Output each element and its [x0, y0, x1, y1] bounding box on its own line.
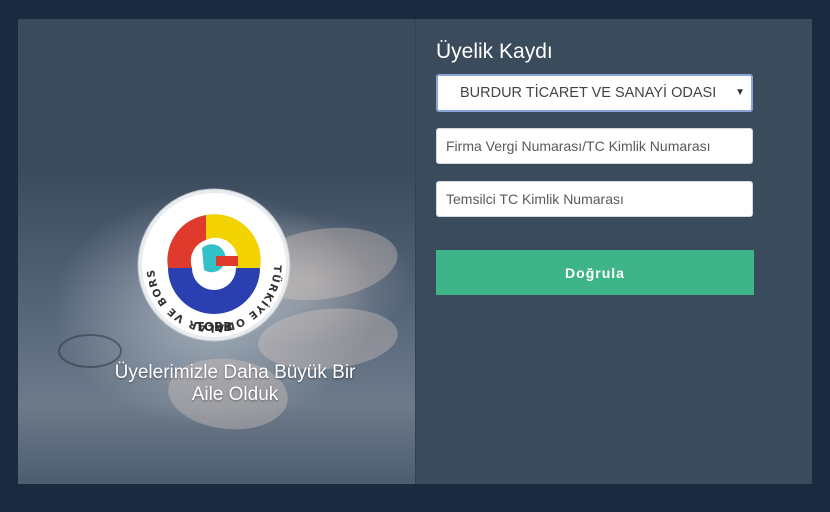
chamber-select-value: BURDUR TİCARET VE SANAYİ ODASI — [460, 85, 717, 101]
representative-id-input[interactable]: Temsilci TC Kimlik Numarası — [436, 181, 753, 217]
tobb-logo: TÜRKİYE ODALAR VE BORSALAR BİRLİĞİ TOBB — [137, 188, 291, 342]
tax-id-input[interactable]: Firma Vergi Numarası/TC Kimlik Numarası — [436, 128, 753, 164]
chamber-select[interactable]: BURDUR TİCARET VE SANAYİ ODASI ▼ — [436, 74, 753, 112]
slogan-line-1: Üyelerimizle Daha Büyük Bir — [114, 362, 356, 383]
logo-abbr: TOBB — [196, 320, 233, 334]
panel-divider — [415, 19, 416, 484]
slogan: Üyelerimizle Daha Büyük Bir Aile Olduk — [58, 362, 412, 406]
tax-id-placeholder: Firma Vergi Numarası/TC Kimlik Numarası — [446, 138, 711, 154]
slogan-line-2: Aile Olduk — [191, 384, 279, 405]
verify-button[interactable]: Doğrula — [436, 250, 754, 295]
caret-down-icon: ▼ — [735, 87, 745, 98]
form-title: Üyelik Kaydı — [436, 40, 553, 63]
branding-panel: TÜRKİYE ODALAR VE BORSALAR BİRLİĞİ TOBB … — [18, 19, 415, 484]
representative-id-placeholder: Temsilci TC Kimlik Numarası — [446, 191, 624, 207]
